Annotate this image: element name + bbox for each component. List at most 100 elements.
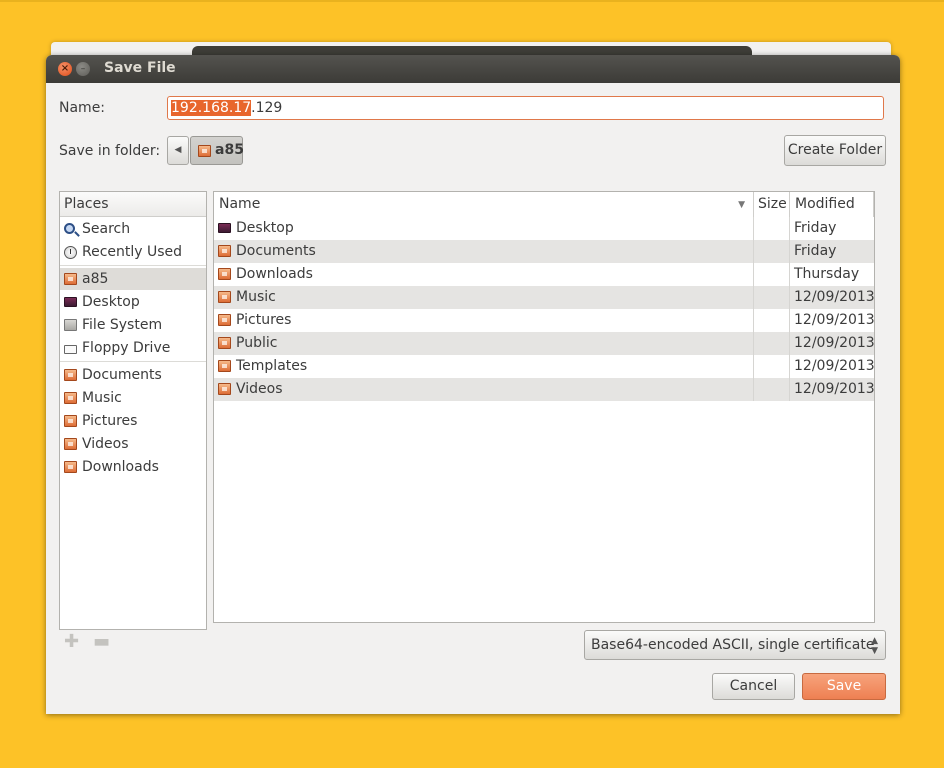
folder-icon xyxy=(218,268,231,280)
place-music[interactable]: Music xyxy=(60,387,206,409)
recent-icon xyxy=(64,246,77,259)
file-row[interactable]: Downloads Thursday xyxy=(214,263,874,286)
desktop-icon xyxy=(64,297,77,307)
drive-icon xyxy=(64,319,77,331)
file-modified: 12/09/2013 xyxy=(794,289,875,305)
place-recently-used[interactable]: Recently Used xyxy=(60,241,206,263)
place-label: Desktop xyxy=(82,294,140,310)
close-icon[interactable]: × xyxy=(58,62,72,76)
place-file-system[interactable]: File System xyxy=(60,314,206,336)
file-name: Templates xyxy=(236,358,308,374)
videos-folder-icon xyxy=(218,383,231,395)
file-name: Desktop xyxy=(236,220,294,236)
place-home-a85[interactable]: a85 xyxy=(60,268,206,290)
chevron-left-icon: ◀ xyxy=(174,145,182,155)
file-name: Videos xyxy=(236,381,283,397)
music-folder-icon xyxy=(64,392,77,404)
floppy-icon xyxy=(64,345,77,354)
public-folder-icon xyxy=(218,337,231,349)
place-label: Search xyxy=(82,221,131,237)
dialog-titlebar[interactable]: × – Save File xyxy=(46,55,900,83)
pictures-folder-icon xyxy=(64,415,77,427)
file-list-panel: Name ▼ Size Modified Desktop Friday Docu… xyxy=(213,191,875,623)
search-icon xyxy=(64,223,75,234)
place-label: Recently Used xyxy=(82,244,183,260)
file-modified: Thursday xyxy=(794,266,860,282)
music-folder-icon xyxy=(218,291,231,303)
place-label: Videos xyxy=(82,436,129,452)
file-type-selected: Base64-encoded ASCII, single certificate xyxy=(591,637,875,653)
save-in-folder-label: Save in folder: xyxy=(59,143,161,159)
place-label: Floppy Drive xyxy=(82,340,171,356)
file-row[interactable]: Public 12/09/2013 xyxy=(214,332,875,355)
places-divider xyxy=(60,265,206,266)
remove-bookmark-icon[interactable]: ▬ xyxy=(93,631,110,652)
file-modified: Friday xyxy=(794,243,837,259)
column-header-name[interactable]: Name ▼ xyxy=(214,192,754,217)
file-modified: 12/09/2013 xyxy=(794,358,875,374)
pictures-folder-icon xyxy=(218,314,231,326)
place-pictures[interactable]: Pictures xyxy=(60,410,206,432)
file-row[interactable]: Videos 12/09/2013 xyxy=(214,378,875,401)
place-label: Downloads xyxy=(82,459,159,475)
file-modified: 12/09/2013 xyxy=(794,335,875,351)
name-label: Name: xyxy=(59,100,106,116)
save-button[interactable]: Save xyxy=(802,673,886,700)
file-row[interactable]: Music 12/09/2013 xyxy=(214,286,875,309)
place-documents[interactable]: Documents xyxy=(60,364,206,386)
places-divider xyxy=(60,361,206,362)
home-folder-icon xyxy=(198,145,211,157)
place-label: Documents xyxy=(82,367,162,383)
file-modified: Friday xyxy=(794,220,837,236)
place-floppy-drive[interactable]: Floppy Drive xyxy=(60,337,206,359)
column-header-modified[interactable]: Modified xyxy=(790,192,874,217)
desktop-top-edge xyxy=(0,0,944,2)
places-panel: Places Search Recently Used a85 Desktop … xyxy=(59,191,207,630)
add-bookmark-icon[interactable]: ✚ xyxy=(64,631,79,652)
sort-descending-icon: ▼ xyxy=(738,200,745,210)
dialog-title: Save File xyxy=(104,60,176,76)
column-divider xyxy=(789,217,790,401)
place-label: File System xyxy=(82,317,163,333)
file-name: Music xyxy=(236,289,276,305)
templates-folder-icon xyxy=(218,360,231,372)
file-row[interactable]: Documents Friday xyxy=(214,240,874,263)
place-desktop[interactable]: Desktop xyxy=(60,291,206,313)
create-folder-button[interactable]: Create Folder xyxy=(784,135,886,166)
folder-icon xyxy=(64,369,77,381)
filename-selected-text: 192.168.17 xyxy=(171,100,252,116)
place-downloads[interactable]: Downloads xyxy=(60,456,206,478)
file-type-select[interactable]: Base64-encoded ASCII, single certificate… xyxy=(584,630,886,660)
file-row[interactable]: Templates 12/09/2013 xyxy=(214,355,875,378)
path-back-button[interactable]: ◀ xyxy=(167,136,189,165)
home-folder-icon xyxy=(64,273,77,285)
save-file-dialog: × – Save File Name: 192.168.17.129 Save … xyxy=(46,55,900,714)
videos-folder-icon xyxy=(64,438,77,450)
file-row[interactable]: Desktop Friday xyxy=(214,217,874,240)
file-row[interactable]: Pictures 12/09/2013 xyxy=(214,309,875,332)
downloads-folder-icon xyxy=(64,461,77,473)
column-name-label: Name xyxy=(219,196,261,212)
column-header-size[interactable]: Size xyxy=(754,192,790,217)
filename-rest-text: .129 xyxy=(251,100,283,116)
place-label: Pictures xyxy=(82,413,138,429)
column-divider xyxy=(753,217,754,401)
updown-arrows-icon: ▲ ▼ xyxy=(871,636,878,656)
place-label: a85 xyxy=(82,271,109,287)
file-name: Documents xyxy=(236,243,316,259)
file-name: Downloads xyxy=(236,266,313,282)
place-label: Music xyxy=(82,390,122,406)
place-search[interactable]: Search xyxy=(60,218,206,240)
places-header[interactable]: Places xyxy=(60,192,206,217)
file-modified: 12/09/2013 xyxy=(794,312,875,328)
minimize-icon[interactable]: – xyxy=(76,62,90,76)
file-modified: 12/09/2013 xyxy=(794,381,875,397)
place-videos[interactable]: Videos xyxy=(60,433,206,455)
path-folder-button[interactable]: a85 xyxy=(190,136,244,165)
cancel-button[interactable]: Cancel xyxy=(712,673,795,700)
desktop-icon xyxy=(218,223,231,233)
file-name: Pictures xyxy=(236,312,292,328)
file-name: Public xyxy=(236,335,278,351)
folder-icon xyxy=(218,245,231,257)
filename-input[interactable]: 192.168.17.129 xyxy=(167,96,884,120)
